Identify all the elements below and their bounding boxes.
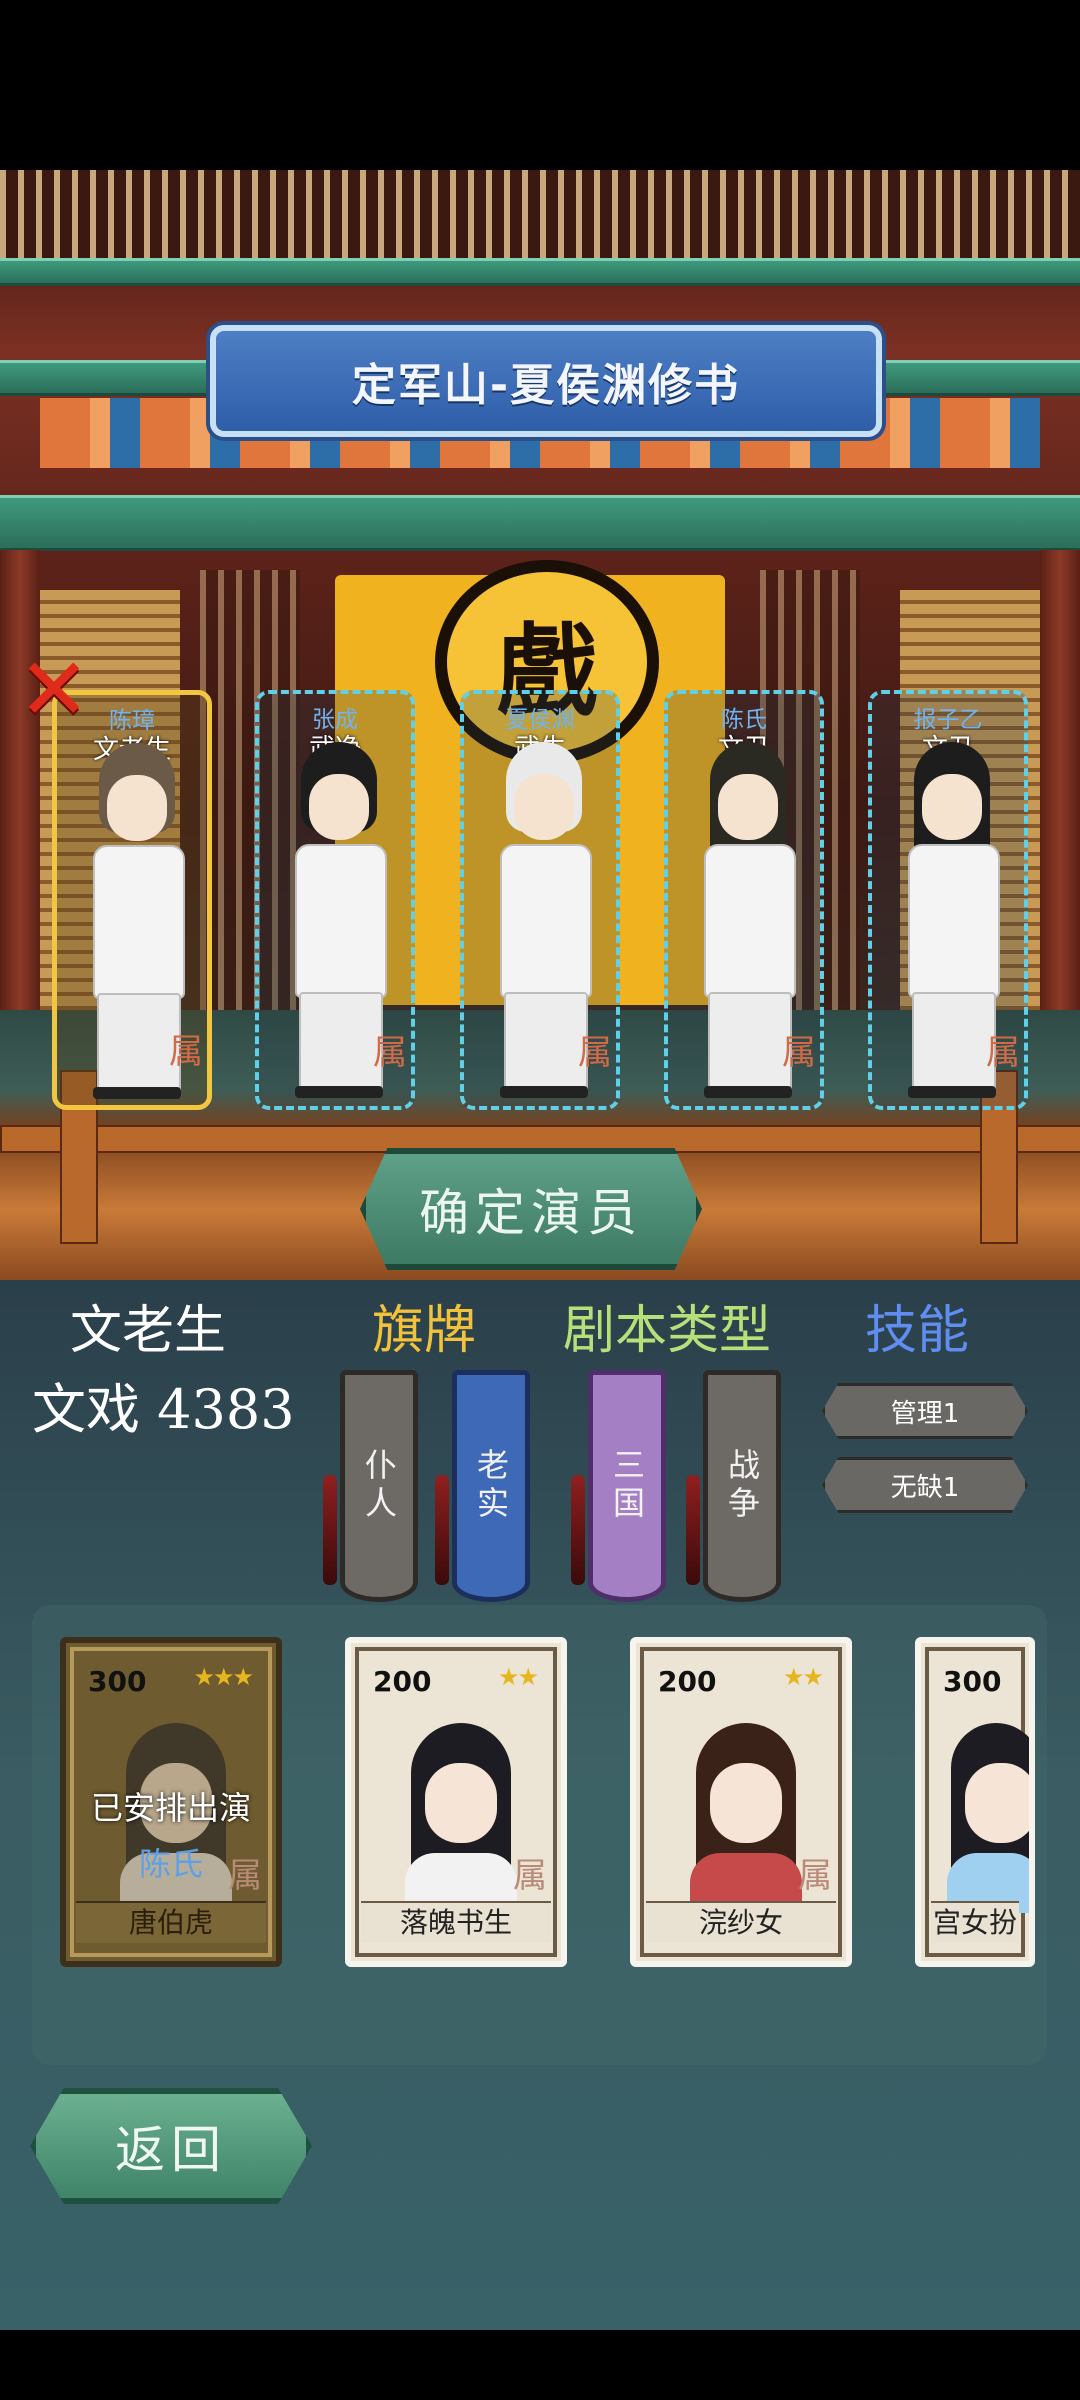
top-lattice — [0, 170, 1080, 260]
actor-slot-2[interactable]: 张成 武净 属 — [255, 690, 415, 1110]
card-name: 落魄书生 — [361, 1901, 551, 1943]
actor-costume — [295, 844, 387, 998]
banner-tag-1[interactable]: 仆人 — [323, 1370, 418, 1602]
portrait-face — [710, 1763, 782, 1843]
attribute-glyph: 属 — [513, 1856, 547, 1896]
card-name: 宫女扮 — [931, 1901, 1019, 1943]
attribute-glyph: 属 — [986, 1033, 1020, 1073]
selected-actor-score: 文戏 4383 — [32, 1378, 295, 1441]
confirm-actor-label: 确定演员 — [419, 1184, 643, 1242]
actor-legs — [504, 992, 588, 1096]
actor-legs — [299, 992, 383, 1096]
card-name: 唐伯虎 — [76, 1901, 266, 1943]
green-railing — [0, 495, 1080, 551]
tassel-icon — [323, 1475, 337, 1585]
actor-slot-4[interactable]: 陈氏 文丑 属 — [664, 690, 824, 1110]
tassel-icon — [686, 1475, 700, 1585]
actor-costume — [93, 845, 185, 999]
actor-shoes — [908, 1086, 996, 1098]
back-button[interactable]: 返回 — [30, 2088, 312, 2204]
character-card-2[interactable]: 200 ★★ 属 落魄书生 — [345, 1637, 567, 1967]
actor-slot-5[interactable]: 报子乙 文丑 属 — [868, 690, 1028, 1110]
character-card-3[interactable]: 200 ★★ 属 浣纱女 — [630, 1637, 852, 1967]
actor-slot-1[interactable]: 陈璋 文老生 属 — [52, 690, 212, 1110]
portrait-face — [425, 1763, 497, 1843]
portrait-face — [965, 1763, 1029, 1843]
attribute-glyph: 属 — [798, 1856, 832, 1896]
card-cost: 200 — [658, 1665, 717, 1698]
card-cost: 200 — [373, 1665, 432, 1698]
character-card-1[interactable]: 300 ★★★ 已安排出演 陈氏 属 唐伯虎 — [60, 1637, 282, 1967]
card-cost: 300 — [943, 1665, 1002, 1698]
green-beam-top — [0, 258, 1080, 286]
attribute-glyph: 属 — [373, 1033, 407, 1073]
star-rating-icon: ★★ — [782, 1663, 824, 1691]
script-tag-2[interactable]: 战争 — [686, 1370, 781, 1602]
back-label: 返回 — [115, 2121, 227, 2179]
attribute-glyph: 属 — [578, 1033, 612, 1073]
banner-tag-label: 仆人 — [360, 1448, 398, 1524]
script-type-header: 剧本类型 — [563, 1301, 772, 1361]
card-portrait — [676, 1713, 816, 1913]
actor-costume — [500, 844, 592, 998]
skill-badge-2[interactable]: 无缺1 — [822, 1457, 1028, 1513]
card-portrait — [391, 1713, 531, 1913]
actor-shoes — [704, 1086, 792, 1098]
close-x-icon[interactable]: ✕ — [14, 647, 94, 733]
actor-shoes — [295, 1086, 383, 1098]
banner-tag-2[interactable]: 老实 — [435, 1370, 530, 1602]
star-rating-icon: ★★ — [497, 1663, 539, 1691]
actor-face — [922, 774, 982, 840]
actor-shoes — [500, 1086, 588, 1098]
attribute-glyph: 属 — [782, 1033, 816, 1073]
actor-costume — [704, 844, 796, 998]
attribute-glyph: 属 — [169, 1032, 203, 1072]
script-tag-1[interactable]: 三国 — [571, 1370, 666, 1602]
star-rating-icon: ★★★ — [193, 1663, 254, 1691]
actor-legs — [708, 992, 792, 1096]
play-title-banner: 定军山-夏侯渊修书 — [210, 325, 882, 437]
tassel-icon — [571, 1475, 585, 1585]
banner-tag-label: 老实 — [472, 1448, 510, 1524]
confirm-actor-button[interactable]: 确定演员 — [360, 1148, 702, 1270]
character-card-4[interactable]: 300 宫女扮 — [915, 1637, 1035, 1967]
actor-face — [309, 774, 369, 840]
skill-label: 管理1 — [890, 1398, 960, 1429]
card-name: 浣纱女 — [646, 1901, 836, 1943]
card-portrait — [941, 1713, 1029, 1913]
actor-legs — [912, 992, 996, 1096]
skill-badge-1[interactable]: 管理1 — [822, 1383, 1028, 1439]
actor-costume — [908, 844, 1000, 998]
actor-face — [718, 774, 778, 840]
banner-header: 旗牌 — [372, 1301, 477, 1361]
actor-face — [514, 774, 574, 840]
top-black-bar — [0, 0, 1080, 170]
card-status: 已安排出演 — [90, 1789, 251, 1827]
play-title: 定军山-夏侯渊修书 — [351, 360, 741, 411]
skill-header: 技能 — [865, 1301, 970, 1361]
tassel-icon — [435, 1475, 449, 1585]
selected-actor-role: 文老生 — [70, 1301, 227, 1361]
script-tag-label: 三国 — [608, 1448, 646, 1524]
actor-face — [107, 775, 167, 841]
actor-shoes — [93, 1087, 181, 1099]
script-tag-label: 战争 — [723, 1448, 761, 1524]
skill-label: 无缺1 — [890, 1472, 960, 1503]
card-cost: 300 — [88, 1665, 147, 1698]
actor-slot-3[interactable]: 夏侯渊 武生 属 — [460, 690, 620, 1110]
attribute-glyph: 属 — [228, 1856, 262, 1896]
bottom-black-bar — [0, 2330, 1080, 2400]
